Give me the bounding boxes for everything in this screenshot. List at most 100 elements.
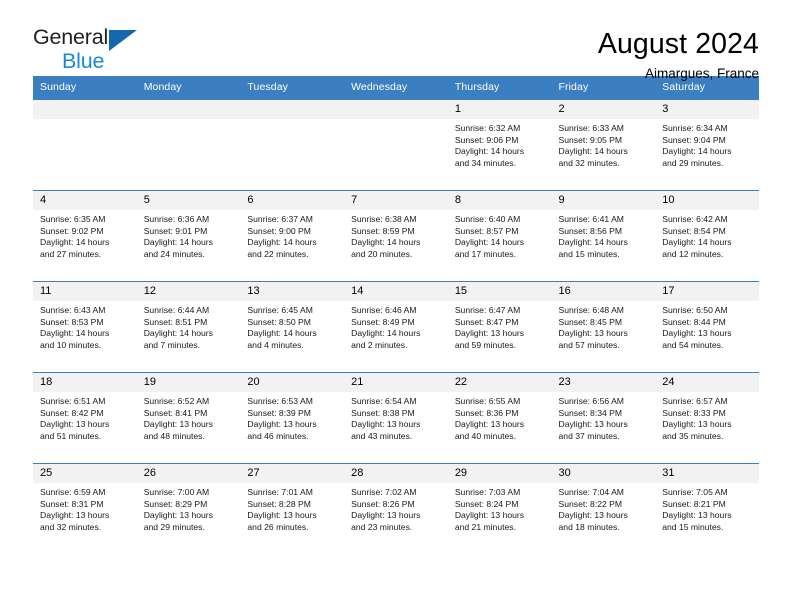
day-number — [240, 100, 345, 119]
sunset-text: Sunset: 8:24 PM — [454, 498, 519, 509]
daylight-text-line1: Daylight: 13 hours — [662, 510, 732, 521]
daylight-text-line2: and 34 minutes. — [454, 157, 516, 168]
sunrise-text: Sunrise: 6:43 AM — [40, 305, 106, 315]
sunset-text: Sunset: 9:00 PM — [247, 225, 311, 236]
calendar-day-cell[interactable]: 6 Sunrise: 6:37 AM Sunset: 9:00 PM Daylight… — [240, 190, 345, 282]
sunset-text: Sunset: 9:01 PM — [143, 225, 208, 236]
daylight-text-line2: and 51 minutes. — [40, 430, 102, 441]
sunrise-text: Sunrise: 6:41 AM — [558, 214, 624, 224]
daylight-text-line1: Daylight: 14 hours — [247, 237, 317, 248]
calendar-day-cell[interactable]: 22 Sunrise: 6:55 AM Sunset: 8:36 PM Dayligh… — [447, 372, 552, 464]
sunset-text: Sunset: 8:28 PM — [247, 498, 311, 509]
daylight-text-line2: and 7 minutes. — [143, 339, 201, 350]
calendar-day-cell[interactable]: 23 Sunrise: 6:56 AM Sunset: 8:34 PM Dayligh… — [551, 372, 656, 464]
sunrise-text: Sunrise: 6:54 AM — [351, 396, 417, 406]
day-details: Sunrise: 6:55 AM Sunset: 8:36 PM Daylight:… — [448, 392, 552, 442]
sunrise-text: Sunrise: 6:37 AM — [247, 214, 313, 224]
day-number — [136, 100, 241, 119]
calendar-grid: Sunday Monday Tuesday Wednesday Thursday… — [33, 76, 759, 555]
day-details: Sunrise: 6:53 AM Sunset: 8:39 PM Daylight:… — [240, 392, 344, 442]
day-details: Sunrise: 6:51 AM Sunset: 8:42 PM Daylight:… — [33, 392, 137, 442]
day-details: Sunrise: 6:47 AM Sunset: 8:47 PM Daylight:… — [448, 301, 552, 351]
calendar-day-cell[interactable]: 25 Sunrise: 6:59 AM Sunset: 8:31 PM Dayligh… — [33, 463, 137, 555]
daylight-text-line1: Daylight: 13 hours — [558, 328, 628, 339]
calendar-day-cell[interactable]: 16 Sunrise: 6:48 AM Sunset: 8:45 PM Dayligh… — [551, 281, 656, 373]
daylight-text-line2: and 20 minutes. — [351, 248, 413, 259]
sunset-text: Sunset: 8:21 PM — [662, 498, 726, 509]
daylight-text-line2: and 29 minutes. — [143, 521, 205, 532]
daylight-text-line1: Daylight: 14 hours — [662, 237, 732, 248]
sunset-text: Sunset: 8:42 PM — [40, 407, 104, 418]
calendar-week-row: 11 Sunrise: 6:43 AM Sunset: 8:53 PM Dayligh… — [33, 281, 759, 373]
sunrise-text: Sunrise: 7:00 AM — [143, 487, 210, 497]
calendar-day-cell[interactable]: 13 Sunrise: 6:45 AM Sunset: 8:50 PM Dayligh… — [240, 281, 345, 373]
logo-triangle-icon — [109, 30, 137, 51]
calendar-day-cell[interactable]: 2 Sunrise: 6:33 AM Sunset: 9:05 PM Daylight… — [551, 99, 656, 191]
calendar-day-cell[interactable]: 24 Sunrise: 6:57 AM Sunset: 8:33 PM Dayligh… — [655, 372, 759, 464]
daylight-text-line2: and 2 minutes. — [351, 339, 408, 350]
day-number: 16 — [551, 282, 656, 301]
sunset-text: Sunset: 8:36 PM — [454, 407, 519, 418]
sunset-text: Sunset: 9:04 PM — [662, 134, 726, 145]
daylight-text-line2: and 40 minutes. — [454, 430, 516, 441]
calendar-day-cell[interactable]: 29 Sunrise: 7:03 AM Sunset: 8:24 PM Dayligh… — [447, 463, 552, 555]
day-details: Sunrise: 7:04 AM Sunset: 8:22 PM Daylight:… — [552, 483, 656, 533]
calendar-day-cell[interactable]: 26 Sunrise: 7:00 AM Sunset: 8:29 PM Dayligh… — [136, 463, 241, 555]
daylight-text-line2: and 21 minutes. — [454, 521, 516, 532]
weekday-header-monday: Monday — [136, 76, 241, 100]
daylight-text-line2: and 26 minutes. — [247, 521, 309, 532]
daylight-text-line2: and 15 minutes. — [558, 248, 620, 259]
calendar-day-cell[interactable]: 21 Sunrise: 6:54 AM Sunset: 8:38 PM Dayligh… — [344, 372, 448, 464]
calendar-day-cell[interactable]: 17 Sunrise: 6:50 AM Sunset: 8:44 PM Dayligh… — [655, 281, 759, 373]
calendar-day-cell[interactable]: 4 Sunrise: 6:35 AM Sunset: 9:02 PM Daylight… — [33, 190, 137, 282]
day-number: 7 — [344, 191, 448, 210]
calendar-day-cell[interactable]: 14 Sunrise: 6:46 AM Sunset: 8:49 PM Dayligh… — [344, 281, 448, 373]
sunrise-text: Sunrise: 6:38 AM — [351, 214, 417, 224]
calendar-day-cell[interactable]: 28 Sunrise: 7:02 AM Sunset: 8:26 PM Dayligh… — [344, 463, 448, 555]
day-details: Sunrise: 6:34 AM Sunset: 9:04 PM Daylight:… — [655, 119, 759, 169]
day-details: Sunrise: 7:01 AM Sunset: 8:28 PM Daylight:… — [240, 483, 344, 533]
daylight-text-line1: Daylight: 14 hours — [351, 237, 421, 248]
daylight-text-line1: Daylight: 13 hours — [143, 510, 213, 521]
calendar-day-cell[interactable]: 31 Sunrise: 7:05 AM Sunset: 8:21 PM Dayligh… — [655, 463, 759, 555]
calendar-day-cell[interactable]: 8 Sunrise: 6:40 AM Sunset: 8:57 PM Daylight… — [447, 190, 552, 282]
calendar-day-cell[interactable]: 30 Sunrise: 7:04 AM Sunset: 8:22 PM Dayligh… — [551, 463, 656, 555]
day-number — [344, 100, 448, 119]
day-details: Sunrise: 6:43 AM Sunset: 8:53 PM Daylight:… — [33, 301, 137, 351]
day-number: 12 — [136, 282, 241, 301]
daylight-text-line2: and 32 minutes. — [40, 521, 102, 532]
day-details: Sunrise: 6:46 AM Sunset: 8:49 PM Daylight:… — [344, 301, 448, 351]
day-number: 10 — [655, 191, 759, 210]
calendar-day-cell[interactable]: 9 Sunrise: 6:41 AM Sunset: 8:56 PM Daylight… — [551, 190, 656, 282]
day-number: 25 — [33, 464, 137, 483]
day-details: Sunrise: 6:44 AM Sunset: 8:51 PM Daylight:… — [137, 301, 241, 351]
sunrise-text: Sunrise: 7:01 AM — [247, 487, 313, 497]
calendar-day-cell[interactable]: 7 Sunrise: 6:38 AM Sunset: 8:59 PM Daylight… — [344, 190, 448, 282]
calendar-day-cell[interactable]: 15 Sunrise: 6:47 AM Sunset: 8:47 PM Dayligh… — [447, 281, 552, 373]
calendar-day-cell[interactable]: 27 Sunrise: 7:01 AM Sunset: 8:28 PM Dayligh… — [240, 463, 345, 555]
calendar-day-cell[interactable]: 10 Sunrise: 6:42 AM Sunset: 8:54 PM Dayligh… — [655, 190, 759, 282]
calendar-body: 1 Sunrise: 6:32 AM Sunset: 9:06 PM Daylight… — [33, 99, 759, 555]
sunrise-text: Sunrise: 6:52 AM — [143, 396, 210, 406]
day-number: 17 — [655, 282, 759, 301]
calendar-day-cell[interactable]: 18 Sunrise: 6:51 AM Sunset: 8:42 PM Dayligh… — [33, 372, 137, 464]
calendar-day-cell[interactable]: 5 Sunrise: 6:36 AM Sunset: 9:01 PM Daylight… — [136, 190, 241, 282]
calendar-day-cell[interactable]: 3 Sunrise: 6:34 AM Sunset: 9:04 PM Daylight… — [655, 99, 759, 191]
day-details: Sunrise: 6:56 AM Sunset: 8:34 PM Daylight:… — [552, 392, 656, 442]
calendar-day-cell[interactable]: 12 Sunrise: 6:44 AM Sunset: 8:51 PM Dayligh… — [136, 281, 241, 373]
daylight-text-line2: and 54 minutes. — [662, 339, 724, 350]
daylight-text-line1: Daylight: 14 hours — [247, 328, 317, 339]
day-number: 30 — [551, 464, 656, 483]
day-details: Sunrise: 6:50 AM Sunset: 8:44 PM Daylight:… — [655, 301, 759, 351]
day-details: Sunrise: 6:33 AM Sunset: 9:05 PM Daylight:… — [552, 119, 656, 169]
calendar-day-cell[interactable]: 11 Sunrise: 6:43 AM Sunset: 8:53 PM Dayligh… — [33, 281, 137, 373]
daylight-text-line2: and 46 minutes. — [247, 430, 309, 441]
calendar-day-cell[interactable]: 19 Sunrise: 6:52 AM Sunset: 8:41 PM Dayligh… — [136, 372, 241, 464]
daylight-text-line1: Daylight: 14 hours — [558, 146, 628, 157]
calendar-day-cell[interactable]: 1 Sunrise: 6:32 AM Sunset: 9:06 PM Daylight… — [447, 99, 552, 191]
sunset-text: Sunset: 9:06 PM — [454, 134, 519, 145]
calendar-day-cell[interactable]: 20 Sunrise: 6:53 AM Sunset: 8:39 PM Dayligh… — [240, 372, 345, 464]
sunset-text: Sunset: 8:47 PM — [454, 316, 519, 327]
daylight-text-line1: Daylight: 13 hours — [662, 328, 732, 339]
daylight-text-line1: Daylight: 13 hours — [558, 419, 628, 430]
